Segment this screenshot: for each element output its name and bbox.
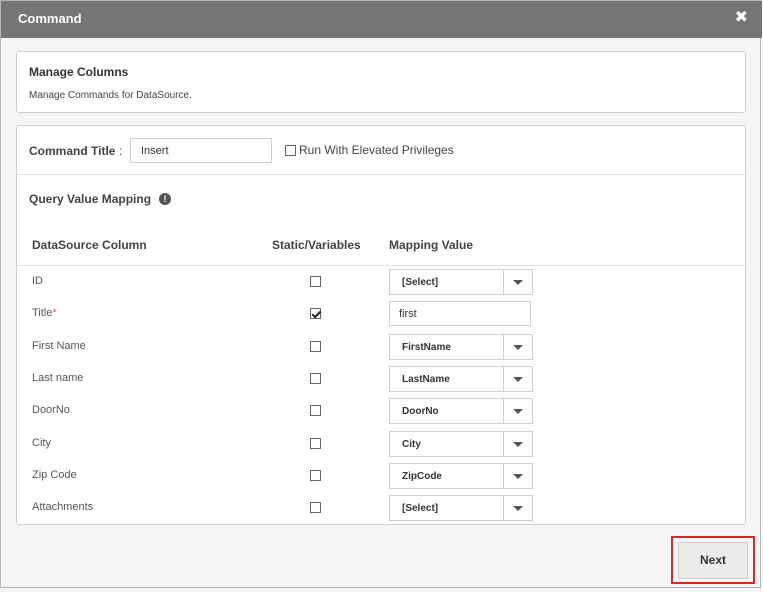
column-name: ID — [32, 275, 43, 287]
mapping-value-dropdown[interactable]: ZipCode — [389, 463, 533, 489]
column-label: Zip Code — [32, 469, 77, 481]
column-label: City — [32, 437, 51, 449]
dropdown-selected-value: ZipCode — [402, 471, 442, 482]
mapping-value-input[interactable] — [389, 301, 531, 326]
dialog-titlebar: Command ✖ — [1, 1, 762, 38]
mapping-value-dropdown[interactable]: LastName — [389, 366, 533, 392]
run-elevated-option[interactable]: Run With Elevated Privileges — [285, 143, 454, 157]
info-icon[interactable]: ! — [159, 193, 172, 205]
next-button[interactable]: Next — [678, 542, 748, 579]
manage-columns-title: Manage Columns — [29, 65, 129, 79]
mapping-row: Title* — [17, 298, 745, 330]
static-variable-checkbox[interactable] — [310, 405, 321, 416]
column-name: City — [32, 437, 51, 449]
column-name: Zip Code — [32, 469, 77, 481]
column-label: Title* — [32, 307, 57, 319]
header-static-variables: Static/Variables — [272, 238, 361, 252]
command-title-input[interactable] — [130, 138, 272, 163]
mapping-row: First Name FirstName — [17, 331, 745, 363]
mapping-value-dropdown[interactable]: City — [389, 431, 533, 457]
mapping-row: Last name LastName — [17, 363, 745, 395]
static-variable-checkbox[interactable] — [310, 373, 321, 384]
column-name: DoorNo — [32, 404, 70, 416]
run-elevated-label: Run With Elevated Privileges — [299, 143, 454, 157]
mapping-value-dropdown[interactable]: [Select] — [389, 495, 533, 521]
static-variable-checkbox[interactable] — [310, 276, 321, 287]
column-label: ID — [32, 275, 43, 287]
column-name: First Name — [32, 340, 86, 352]
column-label: Attachments — [32, 501, 93, 513]
run-elevated-checkbox[interactable] — [285, 144, 296, 156]
mapping-row: Attachments [Select] — [17, 492, 745, 524]
chevron-down-icon[interactable] — [503, 496, 532, 520]
dropdown-selected-value: [Select] — [402, 503, 439, 514]
header-datasource-column: DataSource Column — [32, 238, 147, 252]
mapping-row: Zip Code ZipCode — [17, 460, 745, 492]
column-label: DoorNo — [32, 404, 70, 416]
chevron-down-icon[interactable] — [503, 270, 532, 294]
dropdown-selected-value: [Select] — [402, 277, 439, 288]
query-value-mapping-label: Query Value Mapping — [29, 192, 152, 206]
dropdown-selected-value: FirstName — [402, 342, 451, 353]
chevron-down-icon[interactable] — [503, 367, 532, 391]
command-title-colon: : — [119, 144, 123, 158]
query-value-mapping-heading: Query Value Mapping ! — [29, 192, 172, 206]
chevron-down-icon[interactable] — [503, 399, 532, 423]
column-label: First Name — [32, 340, 86, 352]
column-name: Last name — [32, 372, 84, 384]
static-variable-checkbox[interactable] — [310, 341, 321, 352]
static-variable-checkbox[interactable] — [310, 308, 321, 319]
manage-columns-subtitle: Manage Commands for DataSource. — [29, 90, 192, 101]
mapping-value-dropdown[interactable]: DoorNo — [389, 398, 533, 424]
dropdown-selected-value: City — [402, 439, 421, 450]
command-dialog: Command ✖ Manage Columns Manage Commands… — [0, 0, 762, 588]
column-name: Title — [32, 307, 53, 319]
column-name: Attachments — [32, 501, 94, 513]
dialog-title: Command — [18, 11, 82, 26]
chevron-down-icon[interactable] — [503, 432, 532, 456]
dropdown-selected-value: DoorNo — [402, 406, 439, 417]
static-variable-checkbox[interactable] — [310, 438, 321, 449]
command-title-label: Command Title — [29, 144, 116, 158]
required-marker: * — [52, 307, 57, 319]
manage-columns-panel: Manage Columns Manage Commands for DataS… — [16, 51, 746, 113]
mapping-value-dropdown[interactable]: [Select] — [389, 269, 533, 295]
command-panel: Command Title : Run With Elevated Privil… — [16, 125, 746, 525]
static-variable-checkbox[interactable] — [310, 470, 321, 481]
chevron-down-icon[interactable] — [503, 464, 532, 488]
chevron-down-icon[interactable] — [503, 335, 532, 359]
mapping-row: DoorNo DoorNo — [17, 395, 745, 427]
header-mapping-value: Mapping Value — [389, 238, 474, 252]
dropdown-selected-value: LastName — [402, 374, 450, 385]
close-icon[interactable]: ✖ — [735, 10, 748, 26]
mapping-row: ID [Select] — [17, 266, 745, 298]
mapping-value-dropdown[interactable]: FirstName — [389, 334, 533, 360]
mapping-row: City City — [17, 428, 745, 460]
static-variable-checkbox[interactable] — [310, 502, 321, 513]
divider — [17, 174, 745, 175]
column-label: Last name — [32, 372, 83, 384]
